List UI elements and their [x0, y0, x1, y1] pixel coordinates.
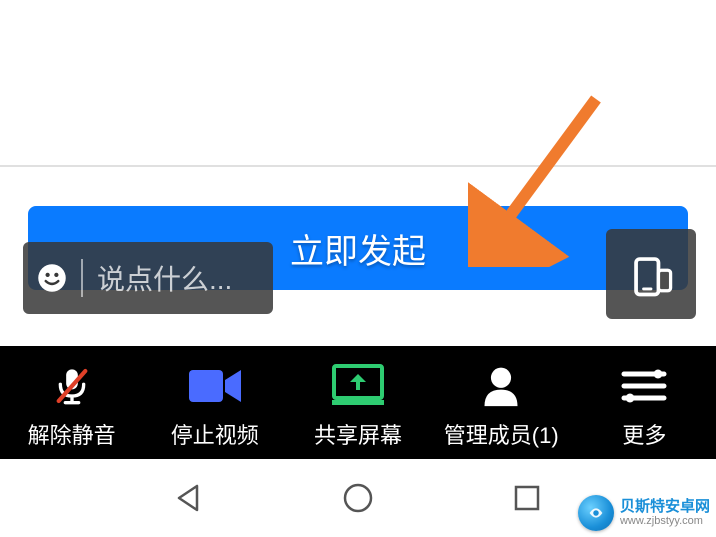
start-button-label: 立即发起: [290, 224, 426, 273]
watermark: 贝斯特安卓网 www.zjbstyy.com: [578, 495, 710, 531]
share-screen-button[interactable]: 共享屏幕: [286, 362, 429, 450]
recent-square-icon: [511, 482, 543, 514]
share-screen-icon: [332, 362, 384, 410]
mic-muted-icon: [52, 362, 92, 410]
nav-home-button[interactable]: [338, 478, 378, 518]
toolbar-label: 更多: [622, 418, 666, 450]
video-icon: [187, 362, 243, 410]
emoji-icon[interactable]: [37, 263, 67, 293]
more-menu-icon: [620, 362, 668, 410]
meeting-toolbar: 解除静音 停止视频 共享屏幕 管理成员(1): [0, 346, 716, 459]
devices-icon: [623, 246, 679, 302]
chat-input-overlay[interactable]: 说点什么...: [23, 242, 273, 314]
person-icon: [479, 362, 523, 410]
nav-recent-button[interactable]: [507, 478, 547, 518]
toolbar-label: 管理成员(1): [444, 418, 559, 450]
home-circle-icon: [342, 482, 374, 514]
toolbar-label: 停止视频: [171, 418, 259, 450]
back-triangle-icon: [173, 482, 205, 514]
nav-back-button[interactable]: [169, 478, 209, 518]
video-area: [0, 0, 716, 167]
manage-members-button[interactable]: 管理成员(1): [430, 362, 573, 450]
input-divider: [81, 259, 83, 297]
stop-video-button[interactable]: 停止视频: [143, 362, 286, 450]
watermark-url: www.zjbstyy.com: [620, 515, 710, 527]
action-area: 立即发起 说点什么...: [0, 167, 716, 346]
watermark-title: 贝斯特安卓网: [620, 499, 710, 516]
toolbar-label: 共享屏幕: [314, 418, 402, 450]
chat-placeholder: 说点什么...: [97, 258, 232, 298]
watermark-logo-icon: [578, 495, 614, 531]
more-button[interactable]: 更多: [573, 362, 716, 450]
toolbar-label: 解除静音: [28, 418, 116, 450]
unmute-button[interactable]: 解除静音: [0, 362, 143, 450]
device-switch-button[interactable]: [606, 229, 696, 319]
